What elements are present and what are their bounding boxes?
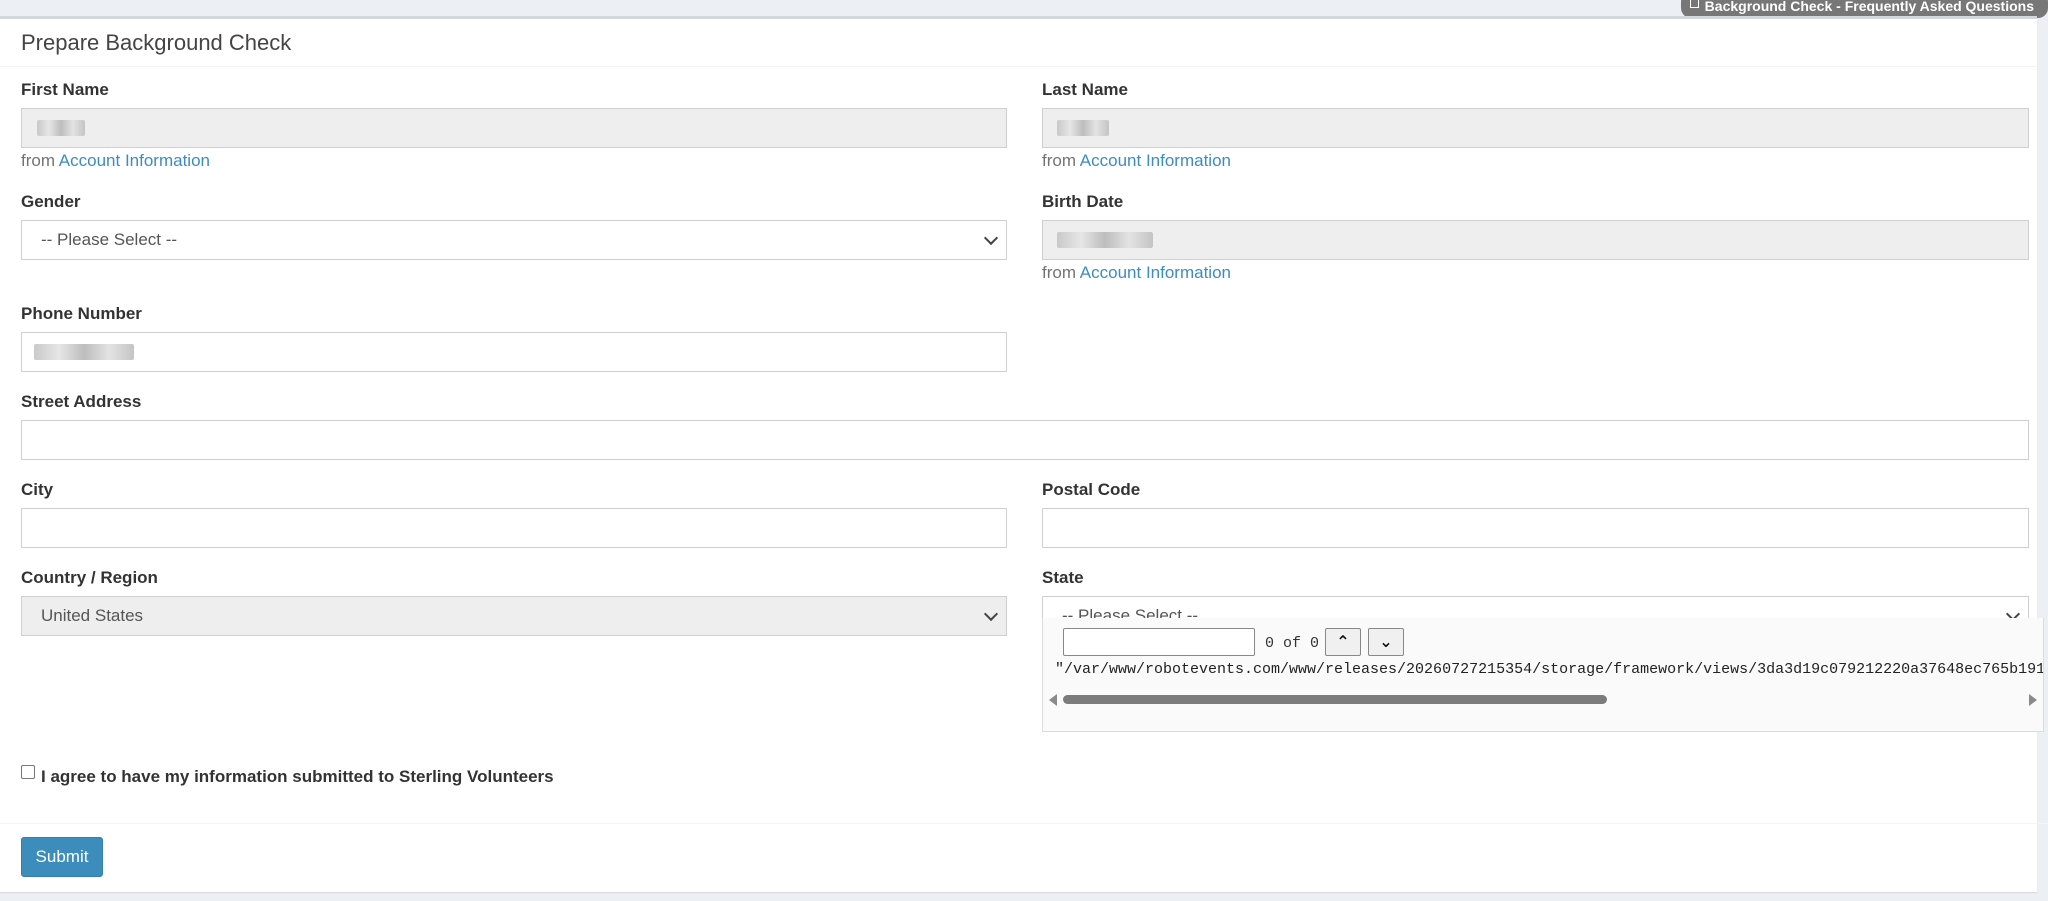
city-input[interactable] xyxy=(21,508,1007,548)
page-title: Prepare Background Check xyxy=(21,30,292,55)
gender-selected-value: -- Please Select -- xyxy=(41,230,178,249)
birth-date-label: Birth Date xyxy=(1042,192,1124,211)
country-label: Country / Region xyxy=(21,568,158,587)
scroll-right-icon[interactable] xyxy=(2029,694,2037,706)
last-name-redacted xyxy=(1057,120,1109,136)
debug-match-count: 0 of 0 xyxy=(1265,635,1320,652)
first-name-help: from Account Information xyxy=(21,151,210,171)
birth-date-field[interactable] xyxy=(1042,220,2029,260)
postal-code-input[interactable] xyxy=(1042,508,2029,548)
first-name-help-prefix: from xyxy=(21,151,55,170)
phone-redacted xyxy=(34,344,134,360)
external-link-icon xyxy=(1689,0,1699,8)
previous-match-button[interactable]: ⌃ xyxy=(1325,628,1361,656)
agree-label: I agree to have my information submitted… xyxy=(41,767,554,786)
country-select[interactable]: United States xyxy=(21,596,1007,636)
birth-date-help: from Account Information xyxy=(1042,263,1231,283)
street-address-input[interactable] xyxy=(21,420,2029,460)
scrollbar-thumb[interactable] xyxy=(1063,695,1607,704)
gender-select[interactable]: -- Please Select -- xyxy=(21,220,1007,260)
chevron-up-icon: ⌃ xyxy=(1336,632,1350,651)
last-name-field[interactable] xyxy=(1042,108,2029,148)
scroll-left-icon[interactable] xyxy=(1049,694,1057,706)
debug-search-panel: 0 of 0 ⌃ ⌄ "/var/www/robotevents.com/www… xyxy=(1042,618,2044,732)
city-label: City xyxy=(21,480,54,499)
birth-date-help-prefix: from xyxy=(1042,263,1076,282)
street-address-label: Street Address xyxy=(21,392,142,411)
debug-search-input[interactable] xyxy=(1063,628,1255,656)
horizontal-scrollbar[interactable] xyxy=(1047,693,2039,706)
next-match-button[interactable]: ⌄ xyxy=(1368,628,1404,656)
chevron-down-icon xyxy=(983,606,999,622)
agree-checkbox[interactable] xyxy=(21,765,35,779)
first-name-label: First Name xyxy=(21,80,109,99)
phone-input[interactable] xyxy=(21,332,1007,372)
faq-button-label: Background Check - Frequently Asked Ques… xyxy=(1704,0,2034,14)
phone-label: Phone Number xyxy=(21,304,142,323)
country-selected-value: United States xyxy=(41,606,144,625)
last-name-help: from Account Information xyxy=(1042,151,1231,171)
gender-label: Gender xyxy=(21,192,81,211)
last-name-label: Last Name xyxy=(1042,80,1128,99)
state-label: State xyxy=(1042,568,1084,587)
first-name-field[interactable] xyxy=(21,108,1007,148)
first-name-redacted xyxy=(37,120,85,136)
birth-date-redacted xyxy=(1057,232,1153,248)
last-name-account-link[interactable]: Account Information xyxy=(1080,151,1231,170)
first-name-account-link[interactable]: Account Information xyxy=(59,151,210,170)
footer-divider xyxy=(0,823,2048,824)
chevron-down-icon xyxy=(983,230,999,246)
submit-button[interactable]: Submit xyxy=(21,837,103,877)
postal-code-label: Postal Code xyxy=(1042,480,1141,499)
debug-file-path: "/var/www/robotevents.com/www/releases/2… xyxy=(1055,661,2043,678)
birth-date-account-link[interactable]: Account Information xyxy=(1080,263,1231,282)
last-name-help-prefix: from xyxy=(1042,151,1076,170)
chevron-down-icon: ⌄ xyxy=(1379,632,1393,651)
title-divider xyxy=(0,66,2037,67)
